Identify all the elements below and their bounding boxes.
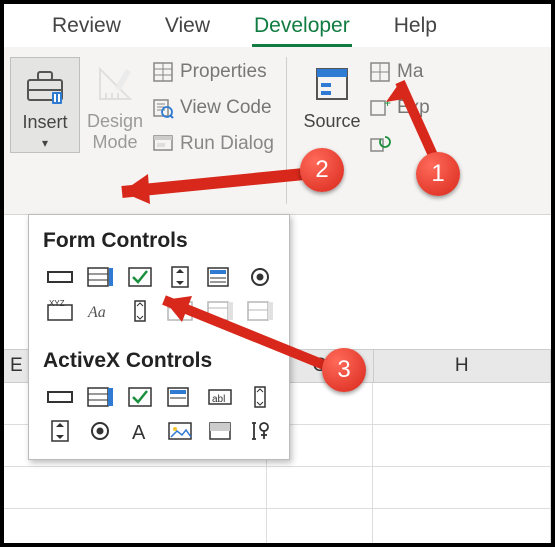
callout-1: 1 <box>416 152 460 196</box>
callout-3: 3 <box>322 348 366 392</box>
screenshot-frame: Review View Developer Help Insert ▾ <box>0 0 555 547</box>
callout-2: 2 <box>300 148 344 192</box>
annotation-arrows <box>4 4 555 547</box>
